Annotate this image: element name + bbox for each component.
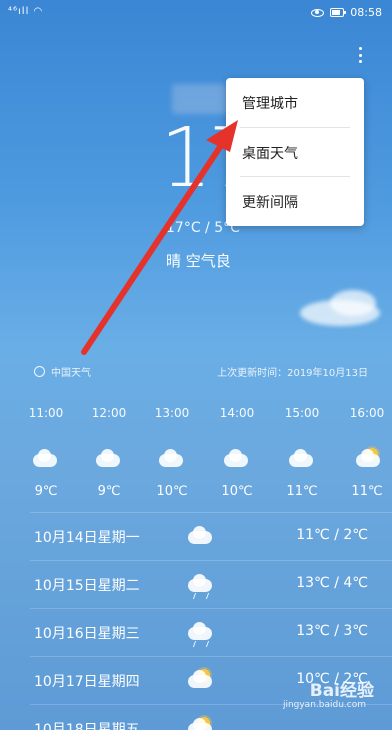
city-name-blurred: [172, 84, 228, 114]
partly-sunny-icon: [188, 717, 214, 730]
hour-temp: 11℃: [286, 484, 318, 499]
hour-time: 11:00: [28, 406, 64, 420]
provider[interactable]: 中国天气: [34, 364, 91, 379]
daily-row[interactable]: 10月16日星期三 13℃ / 3℃: [30, 608, 392, 656]
menu-item-desktop-weather[interactable]: 桌面天气: [226, 128, 364, 177]
battery-icon: [330, 8, 347, 17]
partly-sunny-icon: [356, 448, 382, 468]
hour-time: 13:00: [154, 406, 190, 420]
daily-row[interactable]: 10月15日星期二 13℃ / 4℃: [30, 560, 392, 608]
rain-icon: [188, 622, 214, 647]
background-cloud: [330, 290, 376, 316]
watermark-url: jingyan.baidu.com: [282, 700, 366, 710]
eye-comfort-icon: [311, 8, 325, 17]
cloud-icon: [289, 449, 315, 468]
hour-temp: 9℃: [34, 484, 58, 499]
day-date: 10月16日星期三: [34, 626, 140, 642]
cloud-icon: [224, 449, 250, 468]
day-date: 10月14日星期一: [34, 530, 140, 546]
hour-temp: 9℃: [97, 484, 121, 499]
weather-condition: 晴 空气良: [166, 252, 231, 270]
watermark-brand: Bai经验: [309, 681, 374, 701]
day-temp: 13℃ / 3℃: [296, 623, 368, 639]
hour-temp: 10℃: [221, 484, 253, 499]
menu-item-manage-cities[interactable]: 管理城市: [226, 78, 364, 127]
signal-icon: ⁴⁶ıll ◠: [8, 6, 44, 17]
provider-row: 中国天气 上次更新时间：2019年10月13日: [0, 364, 392, 382]
cloud-icon: [96, 449, 122, 468]
hour-time: 16:00: [349, 406, 385, 420]
hour-time: 12:00: [91, 406, 127, 420]
daily-row[interactable]: 10月14日星期一 11℃ / 2℃: [30, 512, 392, 560]
partly-sunny-icon: [188, 669, 214, 691]
day-temp: 13℃ / 4℃: [296, 575, 368, 591]
cloud-icon: [33, 449, 59, 468]
hour-time: 15:00: [284, 406, 320, 420]
baidu-jingyan-watermark: Bai经验: [310, 676, 374, 701]
day-date: 10月15日星期二: [34, 578, 140, 594]
hour-temp: 11℃: [351, 484, 383, 499]
cloud-icon: [188, 526, 214, 547]
gear-icon: [34, 366, 45, 377]
hour-temp: 10℃: [156, 484, 188, 499]
more-options-icon[interactable]: [352, 44, 368, 66]
status-time: 08:58: [350, 6, 382, 19]
overflow-menu: 管理城市 桌面天气 更新间隔: [226, 78, 364, 226]
day-date: 10月18日星期五: [34, 722, 140, 730]
hour-time: 14:00: [219, 406, 255, 420]
rain-icon: [188, 574, 214, 599]
day-temp: 11℃ / 2℃: [296, 527, 368, 543]
cloud-icon: [159, 449, 185, 468]
provider-name: 中国天气: [51, 368, 91, 379]
status-bar: ⁴⁶ıll ◠ 08:58: [0, 0, 392, 26]
menu-item-update-interval[interactable]: 更新间隔: [226, 177, 364, 226]
last-update-time: 上次更新时间：2019年10月13日: [217, 368, 368, 379]
day-date: 10月17日星期四: [34, 674, 140, 690]
